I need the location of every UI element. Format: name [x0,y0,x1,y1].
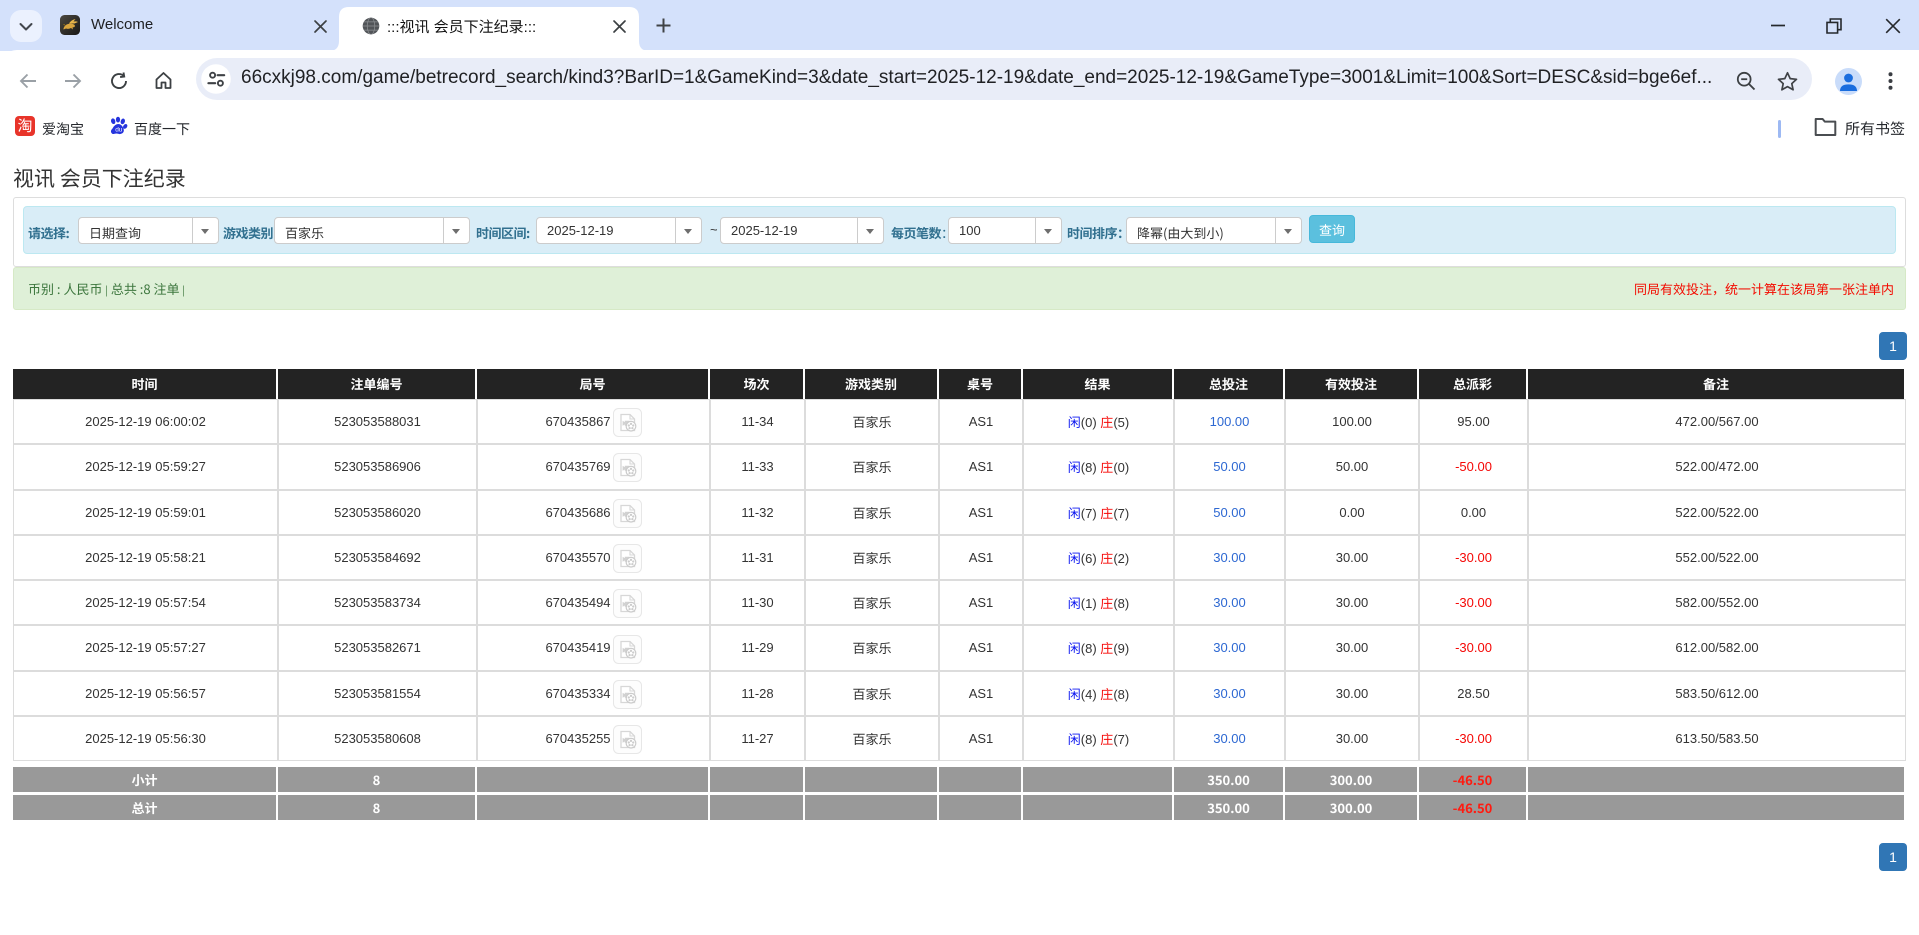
svg-text:du: du [115,126,123,133]
